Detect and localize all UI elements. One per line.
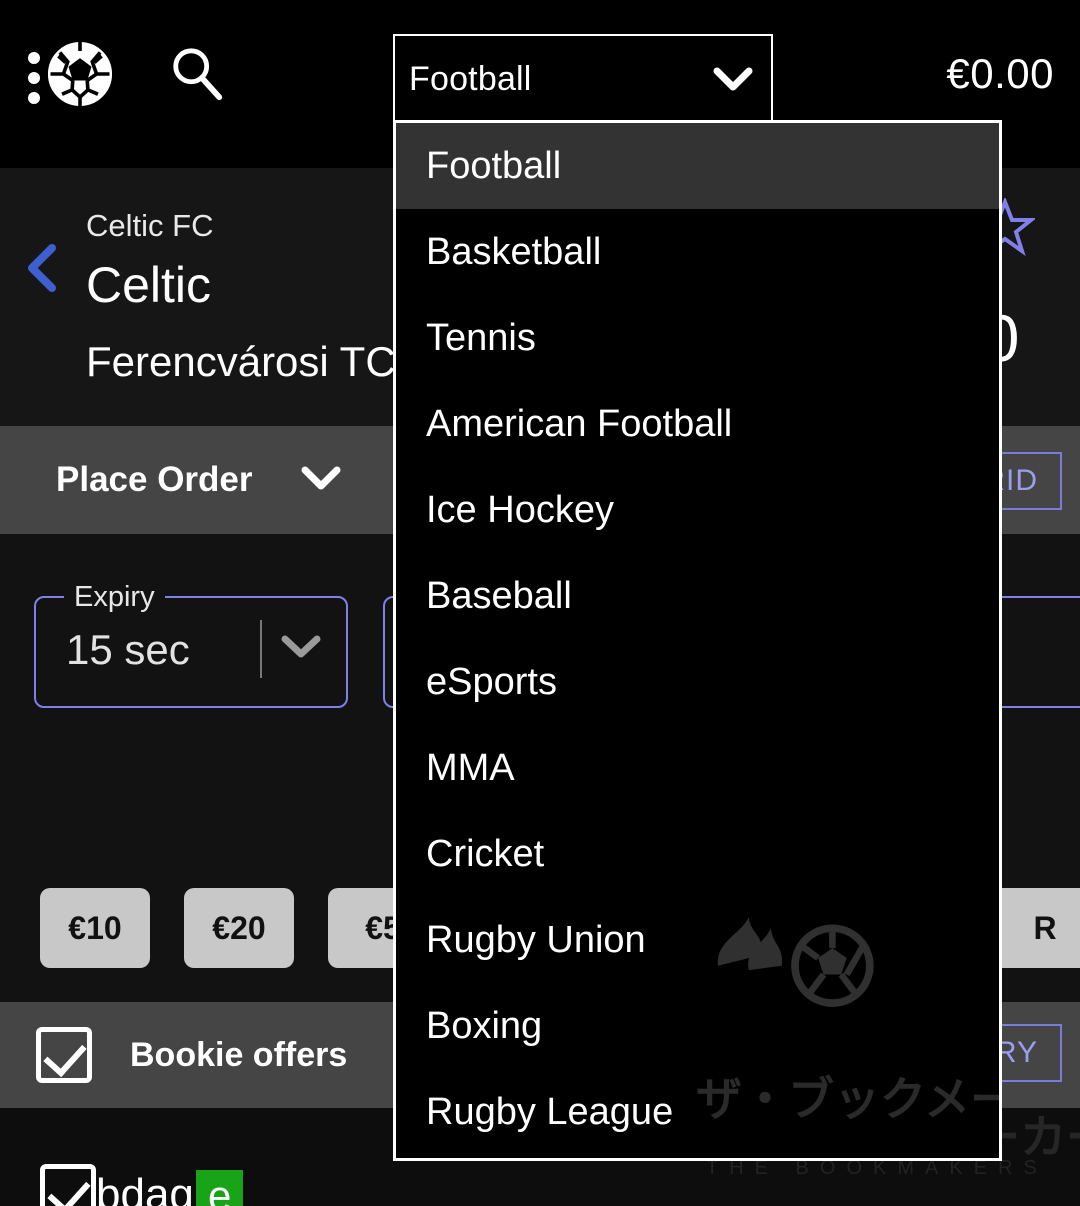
dropdown-option-mma[interactable]: MMA [396,725,999,811]
field-divider [260,620,262,678]
app-root: Football €0.00 Celtic FC Celtic Ferencvá… [0,0,1080,1206]
dropdown-option-football[interactable]: Football [396,123,999,209]
dropdown-option-cricket[interactable]: Cricket [396,811,999,897]
checkbox-checked-icon[interactable] [40,1164,96,1206]
event-competition: Celtic FC [86,208,213,244]
stake-preset-2[interactable]: €20 [184,888,294,968]
dropdown-option-esports[interactable]: eSports [396,639,999,725]
chevron-down-icon [709,65,757,93]
bookmaker-badge: e [196,1170,243,1206]
sport-select-value: Football [409,60,709,99]
dropdown-option-tennis[interactable]: Tennis [396,295,999,381]
dropdown-option-baseball[interactable]: Baseball [396,553,999,639]
chevron-down-icon[interactable] [280,634,322,665]
expiry-label: Expiry [64,579,165,615]
dropdown-option-basketball[interactable]: Basketball [396,209,999,295]
bookmaker-name: bdag [96,1170,194,1206]
stake-preset-1[interactable]: €10 [40,888,150,968]
sport-select[interactable]: Football [393,34,773,124]
expiry-select[interactable]: Expiry 15 sec [34,596,348,708]
football-logo-icon[interactable] [44,38,116,110]
sport-dropdown-list[interactable]: Football Basketball Tennis American Foot… [393,120,1002,1161]
kebab-menu-icon[interactable] [26,52,42,104]
dropdown-option-boxing[interactable]: Boxing [396,983,999,1069]
event-home-team: Celtic [86,256,211,314]
dropdown-option-ice-hockey[interactable]: Ice Hockey [396,467,999,553]
bookie-offers-label: Bookie offers [130,1036,347,1075]
dropdown-option-american-football[interactable]: American Football [396,381,999,467]
expiry-value: 15 sec [66,626,190,674]
place-order-label: Place Order [56,460,253,500]
event-away-team: Ferencvárosi TC [86,338,396,386]
search-icon[interactable] [168,44,226,104]
balance-amount: €0.00 [946,50,1054,98]
dropdown-option-rugby-league[interactable]: Rugby League [396,1069,999,1155]
chevron-left-icon[interactable] [24,242,64,294]
dropdown-option-rugby-union[interactable]: Rugby Union [396,897,999,983]
checkbox-checked-icon[interactable] [36,1027,92,1083]
chevron-down-icon [299,464,343,497]
